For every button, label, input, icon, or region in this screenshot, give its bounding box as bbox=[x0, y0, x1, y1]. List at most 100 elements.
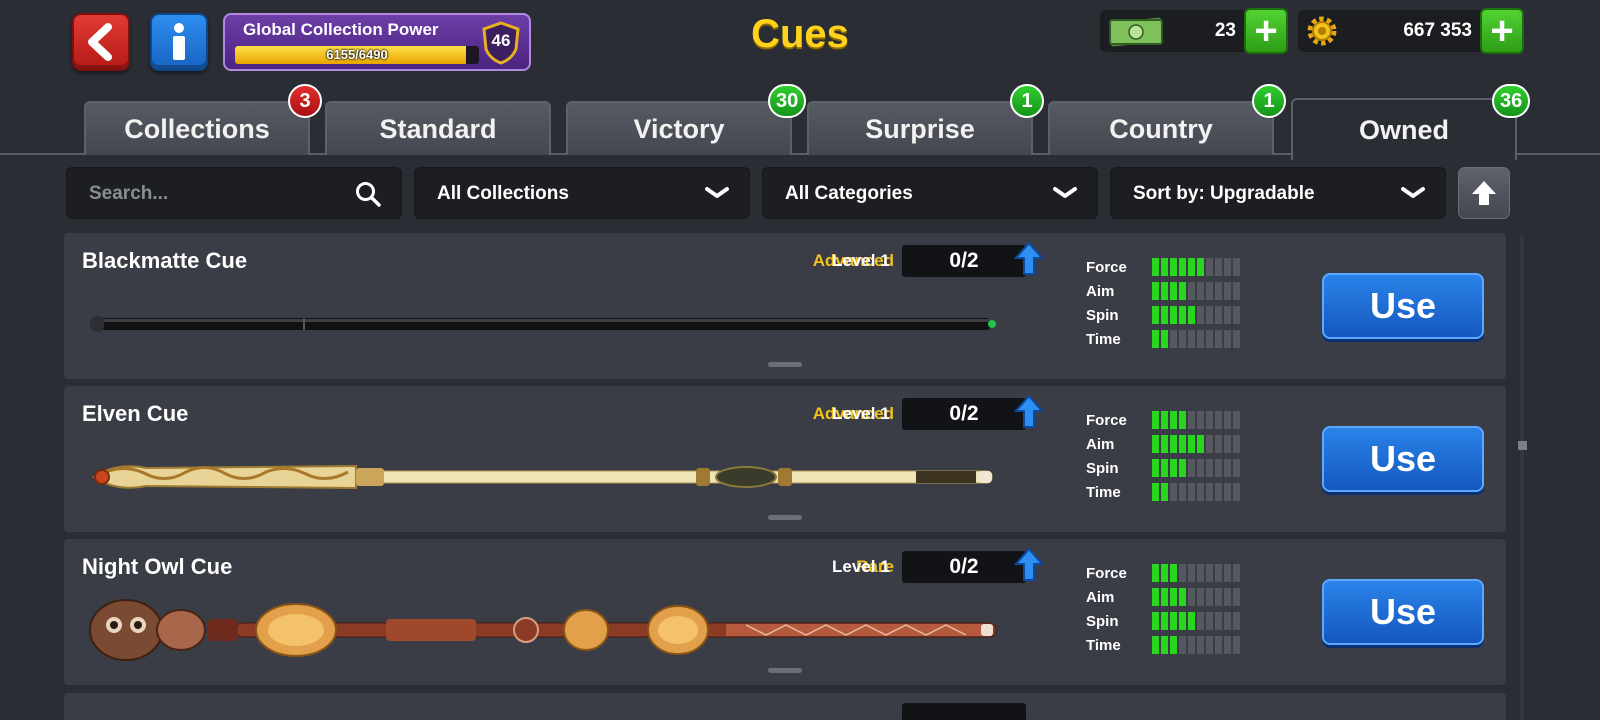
use-button[interactable]: Use bbox=[1322, 579, 1484, 645]
use-button[interactable]: Use bbox=[1322, 426, 1484, 492]
stat-segment bbox=[1206, 483, 1213, 501]
stat-label-force: Force bbox=[1086, 565, 1127, 582]
stat-bar-spin bbox=[1152, 459, 1240, 477]
tab-standard[interactable]: Standard bbox=[325, 101, 551, 155]
categories-dropdown[interactable]: All Categories bbox=[762, 167, 1098, 219]
tab-country[interactable]: Country bbox=[1048, 101, 1274, 155]
stat-bar-time bbox=[1152, 636, 1240, 654]
chevron-down-icon bbox=[705, 187, 729, 198]
stat-label-force: Force bbox=[1086, 412, 1127, 429]
cue-card-partial[interactable] bbox=[64, 693, 1506, 720]
stat-segment bbox=[1224, 435, 1231, 453]
tab-victory-badge: 30 bbox=[768, 84, 807, 118]
stat-segment bbox=[1179, 330, 1186, 348]
collection-power-label: Global Collection Power bbox=[243, 20, 439, 39]
collection-power-value: 6155/6490 bbox=[326, 47, 388, 62]
stat-segment bbox=[1206, 282, 1213, 300]
stat-segment bbox=[1206, 258, 1213, 276]
stat-segment bbox=[1215, 306, 1222, 324]
stat-segment bbox=[1233, 411, 1240, 429]
stat-segment bbox=[1197, 282, 1204, 300]
stat-label-time: Time bbox=[1086, 484, 1121, 501]
stat-segment bbox=[1188, 636, 1195, 654]
stat-segment bbox=[1179, 636, 1186, 654]
stat-bar-time bbox=[1152, 330, 1240, 348]
stat-segment bbox=[1224, 282, 1231, 300]
stat-segment bbox=[1224, 612, 1231, 630]
tab-collections-badge: 3 bbox=[288, 84, 322, 118]
stat-segment bbox=[1188, 564, 1195, 582]
collections-dropdown[interactable]: All Collections bbox=[414, 167, 750, 219]
stat-segment bbox=[1170, 459, 1177, 477]
stat-segment bbox=[1170, 636, 1177, 654]
upgrade-arrow-icon[interactable] bbox=[1014, 394, 1044, 430]
stat-bar-aim bbox=[1152, 588, 1240, 606]
stat-segment bbox=[1161, 483, 1168, 501]
stat-segment bbox=[1170, 258, 1177, 276]
stat-segment bbox=[1224, 636, 1231, 654]
use-button[interactable]: Use bbox=[1322, 273, 1484, 339]
stat-segment bbox=[1161, 588, 1168, 606]
back-arrow-icon bbox=[88, 23, 112, 61]
stat-label-aim: Aim bbox=[1086, 436, 1115, 453]
stat-segment bbox=[1224, 483, 1231, 501]
stat-segment bbox=[1215, 282, 1222, 300]
cue-card-elven[interactable]: Elven Cue Advanced Level 1 0/2 Force Aim… bbox=[64, 386, 1506, 532]
stat-segment bbox=[1179, 612, 1186, 630]
scrollbar-track[interactable] bbox=[1520, 235, 1524, 720]
search-input[interactable] bbox=[89, 181, 329, 207]
stat-segment bbox=[1197, 483, 1204, 501]
page-title: Cues bbox=[751, 12, 849, 56]
cue-card-night-owl[interactable]: Night Owl Cue Rare Level 1 0/2 Force Aim… bbox=[64, 539, 1506, 685]
tab-victory[interactable]: Victory bbox=[566, 101, 792, 155]
global-collection-power[interactable]: Global Collection Power 6155/6490 46 bbox=[223, 13, 531, 71]
cue-name: Blackmatte Cue bbox=[82, 248, 248, 273]
add-cash-button[interactable]: + bbox=[1244, 8, 1288, 54]
upgrade-arrow-icon[interactable] bbox=[1014, 547, 1044, 583]
cue-card-blackmatte[interactable]: Blackmatte Cue Advanced Level 1 0/2 Forc… bbox=[64, 233, 1506, 379]
stat-segment bbox=[1188, 483, 1195, 501]
drag-handle[interactable] bbox=[768, 362, 802, 367]
stat-segment bbox=[1152, 612, 1159, 630]
stat-segment bbox=[1233, 459, 1240, 477]
cue-level: Level 1 bbox=[832, 251, 890, 270]
upgrade-arrow-icon[interactable] bbox=[1014, 241, 1044, 277]
stat-segment bbox=[1224, 588, 1231, 606]
stat-segment bbox=[1206, 636, 1213, 654]
sort-direction-button[interactable] bbox=[1458, 167, 1510, 219]
cue-name: Elven Cue bbox=[82, 401, 189, 426]
add-coins-button[interactable]: + bbox=[1480, 8, 1524, 54]
cash-value: 23 bbox=[1214, 20, 1236, 41]
stat-segment bbox=[1215, 612, 1222, 630]
collection-power-bar: 6155/6490 bbox=[235, 46, 479, 64]
stat-segment bbox=[1152, 411, 1159, 429]
scrollbar-thumb[interactable] bbox=[1518, 441, 1527, 450]
cue-upgrade-progress: 0/2 bbox=[902, 398, 1026, 430]
stat-label-aim: Aim bbox=[1086, 283, 1115, 300]
cash-icon bbox=[1109, 17, 1163, 47]
stat-segment bbox=[1152, 282, 1159, 300]
search-box[interactable] bbox=[66, 167, 402, 219]
stat-segment bbox=[1233, 282, 1240, 300]
stat-segment bbox=[1215, 636, 1222, 654]
sort-dropdown[interactable]: Sort by: Upgradable bbox=[1110, 167, 1446, 219]
stat-segment bbox=[1197, 411, 1204, 429]
drag-handle[interactable] bbox=[768, 515, 802, 520]
back-button[interactable] bbox=[72, 13, 130, 71]
drag-handle[interactable] bbox=[768, 668, 802, 673]
stat-segment bbox=[1188, 612, 1195, 630]
search-icon bbox=[356, 182, 381, 207]
stat-segment bbox=[1152, 306, 1159, 324]
tab-owned[interactable]: Owned bbox=[1291, 98, 1517, 160]
cue-upgrade-progress: 0/2 bbox=[902, 551, 1026, 583]
stat-segment bbox=[1206, 330, 1213, 348]
stat-segment bbox=[1233, 435, 1240, 453]
tab-collections[interactable]: Collections bbox=[84, 101, 310, 155]
stat-segment bbox=[1233, 564, 1240, 582]
stat-segment bbox=[1197, 306, 1204, 324]
stat-segment bbox=[1161, 435, 1168, 453]
info-button[interactable] bbox=[150, 13, 208, 71]
stat-segment bbox=[1188, 435, 1195, 453]
tab-surprise[interactable]: Surprise bbox=[807, 101, 1033, 155]
stat-segment bbox=[1170, 564, 1177, 582]
